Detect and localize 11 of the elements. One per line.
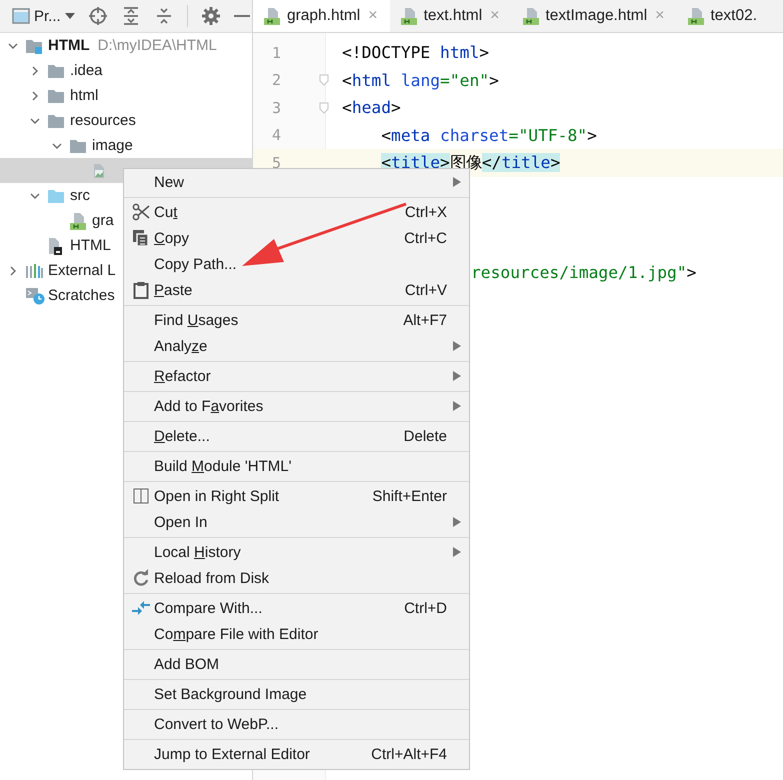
module-path: D:\myIDEA\HTML	[98, 37, 217, 54]
code-line: resources/image/1.jpg">	[471, 263, 696, 282]
code-line: <meta charset="UTF-8">	[381, 126, 597, 145]
line-number: 3	[270, 98, 281, 117]
code-line: <!DOCTYPE html>	[342, 43, 490, 62]
code-line: <head>	[342, 98, 401, 118]
line-number: 1	[270, 44, 281, 62]
line-number: 4	[270, 126, 281, 144]
line-number: 5	[270, 154, 281, 172]
code-line: <html lang="en">	[342, 70, 499, 90]
line-number: 2	[270, 71, 281, 90]
